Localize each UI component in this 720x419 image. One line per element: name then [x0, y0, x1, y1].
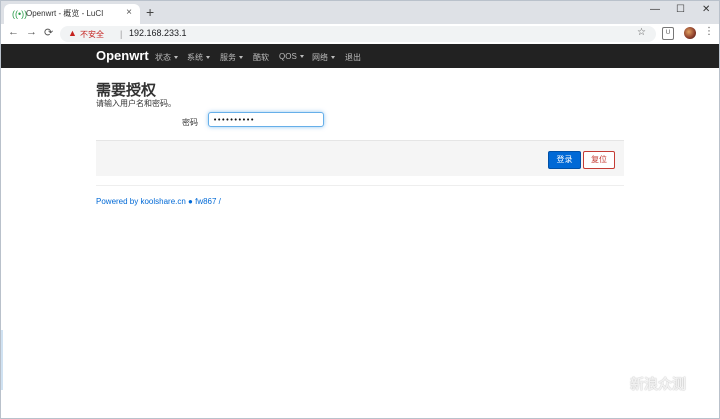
- window-frame: [0, 0, 720, 419]
